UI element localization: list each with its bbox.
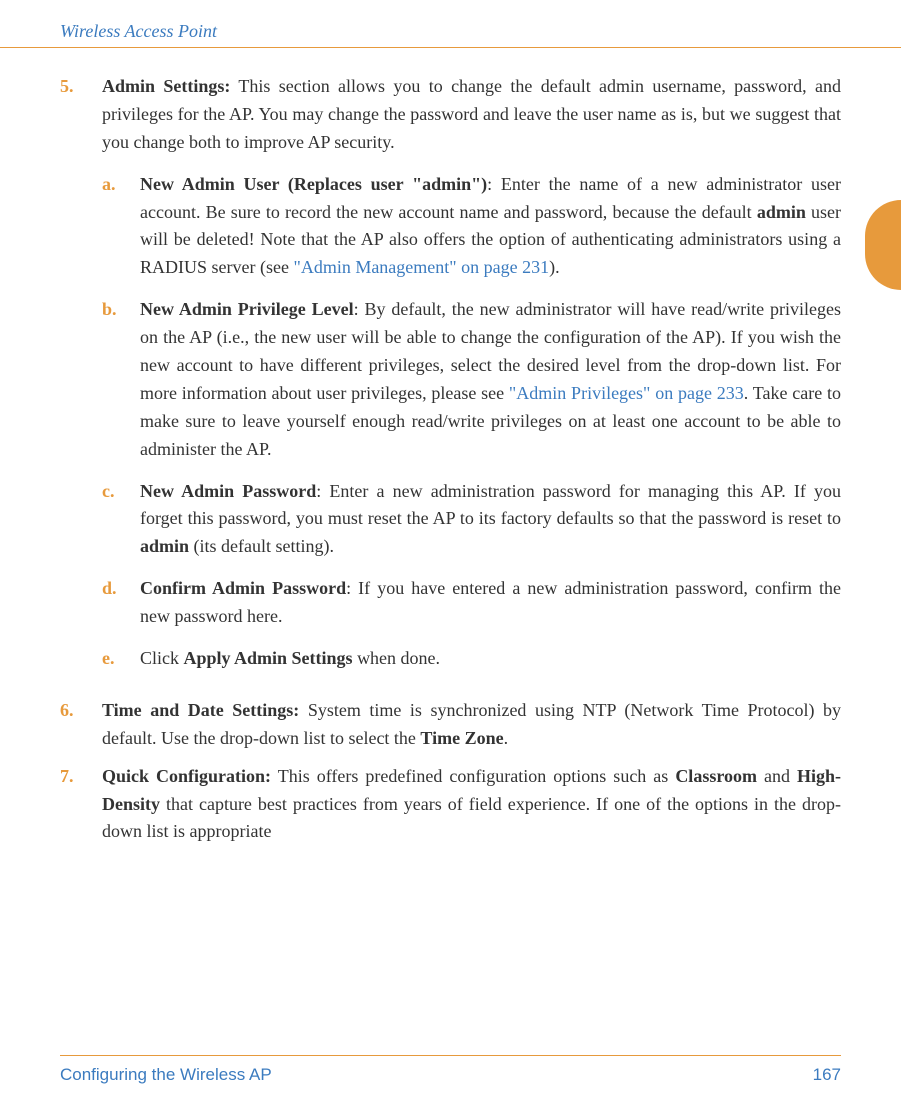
inline-bold: admin (140, 536, 189, 556)
page-header: Wireless Access Point (0, 0, 901, 48)
footer-section-title: Configuring the Wireless AP (60, 1062, 272, 1088)
sub-body: New Admin User (Replaces user "admin"): … (140, 171, 841, 283)
sub-body: New Admin Password: Enter a new administ… (140, 478, 841, 562)
header-title: Wireless Access Point (60, 21, 217, 41)
item-number: 6. (60, 697, 102, 753)
t: that capture best practices from years o… (102, 794, 841, 842)
item-body: Quick Configuration: This offers predefi… (102, 763, 841, 847)
sub-item-e: e. Click Apply Admin Settings when done. (102, 645, 841, 673)
lead-bold: Time and Date Settings: (102, 700, 299, 720)
sub-item-d: d. Confirm Admin Password: If you have e… (102, 575, 841, 631)
sub-body: New Admin Privilege Level: By default, t… (140, 296, 841, 463)
lead-bold: Quick Configuration: (102, 766, 271, 786)
t: This offers predefined configuration opt… (271, 766, 675, 786)
t: and (757, 766, 797, 786)
t: . (504, 728, 509, 748)
sub-num: d. (102, 575, 140, 631)
inline-bold: Time Zone (420, 728, 503, 748)
t: ). (549, 257, 560, 277)
t: Click (140, 648, 184, 668)
list-item-7: 7. Quick Configuration: This offers pred… (60, 763, 841, 847)
sub-list: a. New Admin User (Replaces user "admin"… (102, 171, 841, 673)
sub-item-a: a. New Admin User (Replaces user "admin"… (102, 171, 841, 283)
footer-page-number: 167 (813, 1062, 841, 1088)
list-item-5: 5. Admin Settings: This section allows y… (60, 73, 841, 687)
sub-item-c: c. New Admin Password: Enter a new admin… (102, 478, 841, 562)
t: (its default setting). (189, 536, 334, 556)
sub-bold: New Admin Privilege Level (140, 299, 354, 319)
item-body: Admin Settings: This section allows you … (102, 73, 841, 687)
sub-bold: Confirm Admin Password (140, 578, 346, 598)
sub-body: Click Apply Admin Settings when done. (140, 645, 841, 673)
sub-num: c. (102, 478, 140, 562)
list-item-6: 6. Time and Date Settings: System time i… (60, 697, 841, 753)
inline-bold: admin (757, 202, 806, 222)
sub-num: e. (102, 645, 140, 673)
item-body: Time and Date Settings: System time is s… (102, 697, 841, 753)
sub-num: a. (102, 171, 140, 283)
inline-bold: Apply Admin Settings (184, 648, 353, 668)
item-number: 7. (60, 763, 102, 847)
sub-body: Confirm Admin Password: If you have ente… (140, 575, 841, 631)
link-admin-privileges[interactable]: "Admin Privileges" on page 233 (509, 383, 744, 403)
sub-bold: New Admin User (Replaces user "admin") (140, 174, 487, 194)
sub-bold: New Admin Password (140, 481, 316, 501)
page-content: 5. Admin Settings: This section allows y… (0, 48, 901, 846)
lead-bold: Admin Settings: (102, 76, 230, 96)
sub-num: b. (102, 296, 140, 463)
link-admin-management[interactable]: "Admin Management" on page 231 (293, 257, 549, 277)
inline-bold: Classroom (675, 766, 757, 786)
item-number: 5. (60, 73, 102, 687)
sub-item-b: b. New Admin Privilege Level: By default… (102, 296, 841, 463)
page-footer: Configuring the Wireless AP 167 (60, 1055, 841, 1088)
t: when done. (353, 648, 440, 668)
